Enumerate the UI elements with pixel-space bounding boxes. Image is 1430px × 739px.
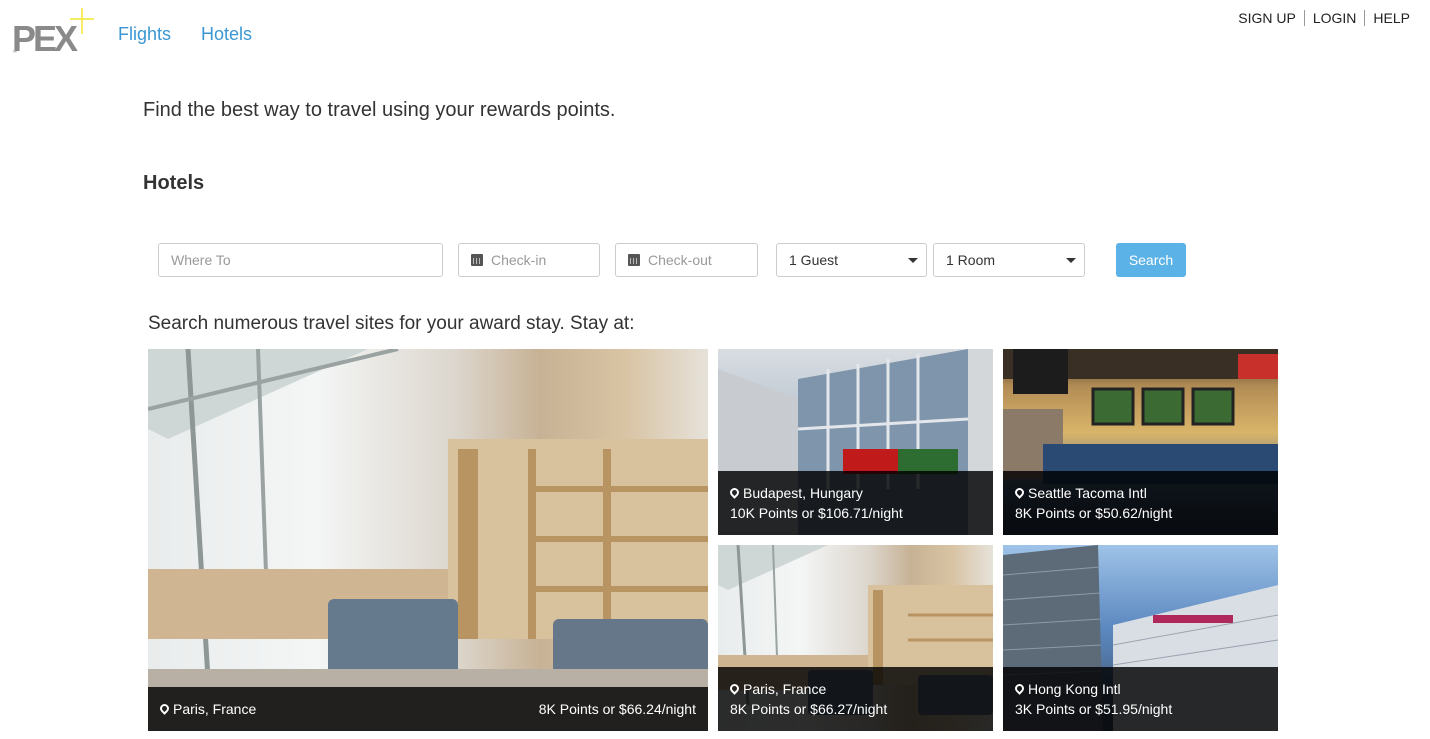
tile-caption: Seattle Tacoma Intl 8K Points or $50.62/… <box>1003 471 1278 535</box>
logo-trademark: ™ <box>12 50 17 56</box>
hotel-tile-paris-small[interactable]: Paris, France 8K Points or $66.27/night <box>718 545 993 731</box>
tile-location: Hong Kong Intl <box>1013 679 1266 699</box>
tile-location: Paris, France <box>158 699 257 719</box>
location-text: Seattle Tacoma Intl <box>1028 485 1147 501</box>
check-in-placeholder: Check-in <box>491 252 547 268</box>
rooms-select[interactable]: 1 Room <box>933 243 1085 277</box>
calendar-icon <box>471 254 483 266</box>
hotel-tile-paris-large[interactable]: Paris, France 8K Points or $66.24/night <box>148 349 708 731</box>
search-button[interactable]: Search <box>1116 243 1186 277</box>
calendar-icon <box>628 254 640 266</box>
tile-caption: Hong Kong Intl 3K Points or $51.95/night <box>1003 667 1278 731</box>
hotel-tile-seattle[interactable]: Seattle Tacoma Intl 8K Points or $50.62/… <box>1003 349 1278 535</box>
map-marker-icon <box>1013 682 1026 695</box>
caret-down-icon <box>908 257 918 263</box>
map-marker-icon <box>158 702 171 715</box>
caret-down-icon <box>1066 257 1076 263</box>
tile-location: Paris, France <box>728 679 981 699</box>
nav-hotels[interactable]: Hotels <box>201 24 252 45</box>
login-link[interactable]: LOGIN <box>1313 10 1357 26</box>
tile-price: 8K Points or $66.27/night <box>730 701 888 717</box>
map-marker-icon <box>728 486 741 499</box>
map-marker-icon <box>728 682 741 695</box>
account-links: SIGN UP LOGIN HELP <box>1238 10 1410 26</box>
guests-select[interactable]: 1 Guest <box>776 243 927 277</box>
sign-up-link[interactable]: SIGN UP <box>1238 10 1296 26</box>
check-out-input[interactable]: Check-out <box>615 243 758 277</box>
tile-caption: Paris, France 8K Points or $66.27/night <box>718 667 993 731</box>
guests-value: 1 Guest <box>789 252 839 268</box>
location-text: Hong Kong Intl <box>1028 681 1121 697</box>
divider <box>1303 10 1305 26</box>
hotel-tile-budapest[interactable]: Budapest, Hungary 10K Points or $106.71/… <box>718 349 993 535</box>
tile-price: 10K Points or $106.71/night <box>730 505 903 521</box>
check-out-placeholder: Check-out <box>648 252 712 268</box>
tile-price: 8K Points or $50.62/night <box>1015 505 1173 521</box>
tile-location: Budapest, Hungary <box>728 483 981 503</box>
nav-flights[interactable]: Flights <box>118 24 171 45</box>
page-tagline: Find the best way to travel using your r… <box>143 99 616 121</box>
divider <box>1364 10 1366 26</box>
help-link[interactable]: HELP <box>1373 10 1410 26</box>
rooms-value: 1 Room <box>946 252 996 268</box>
location-text: Budapest, Hungary <box>743 485 863 501</box>
pex-logo[interactable]: PEX ™ <box>12 6 94 60</box>
tile-price: 8K Points or $66.24/night <box>538 701 696 717</box>
where-to-input[interactable]: Where To <box>158 243 443 277</box>
tile-caption: Budapest, Hungary 10K Points or $106.71/… <box>718 471 993 535</box>
check-in-input[interactable]: Check-in <box>458 243 600 277</box>
location-text: Paris, France <box>743 681 827 697</box>
tile-price: 3K Points or $51.95/night <box>1015 701 1173 717</box>
location-text: Paris, France <box>173 701 257 717</box>
section-title: Hotels <box>143 172 205 194</box>
hotel-tile-hong-kong[interactable]: Hong Kong Intl 3K Points or $51.95/night <box>1003 545 1278 731</box>
stay-subheading: Search numerous travel sites for your aw… <box>148 313 635 334</box>
logo-plus-icon <box>70 8 94 34</box>
map-marker-icon <box>1013 486 1026 499</box>
tile-location: Seattle Tacoma Intl <box>1013 483 1266 503</box>
hotel-photo <box>148 349 708 731</box>
tile-caption: Paris, France 8K Points or $66.24/night <box>148 687 708 731</box>
where-to-placeholder: Where To <box>171 252 231 268</box>
